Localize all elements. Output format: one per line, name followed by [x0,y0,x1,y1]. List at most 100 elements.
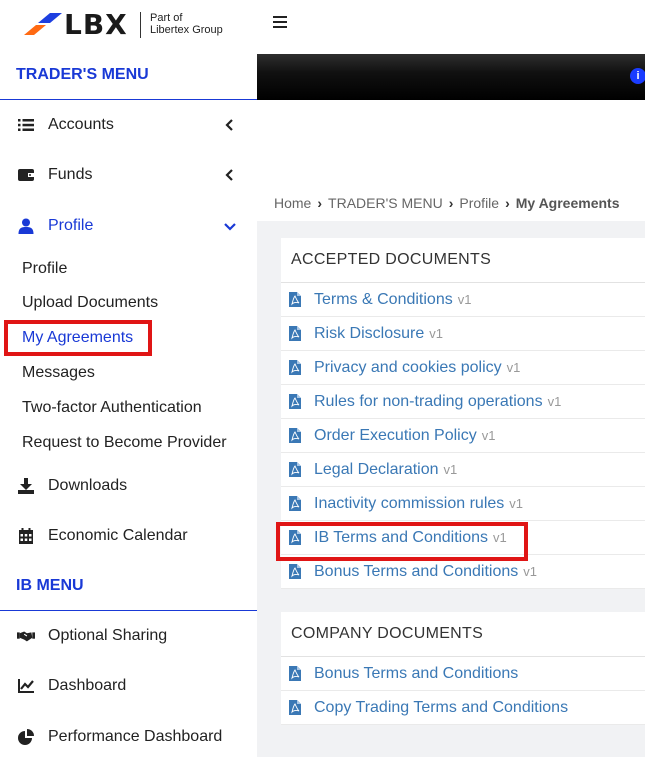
sidebar-item-label: Downloads [48,477,128,494]
document-name: Inactivity commission rules [314,494,505,512]
pdf-icon[interactable] [289,394,301,414]
document-name: Bonus Terms and Conditions [314,562,519,580]
sidebar-item-label: Optional Sharing [48,627,168,644]
pdf-icon[interactable] [289,360,301,380]
brand-logo[interactable]: LBX Part of Libertex Group [0,0,257,52]
document-link[interactable]: Order Execution Policy v1 [314,427,495,445]
sidebar-item-funds[interactable]: Funds [0,155,257,195]
sidebar: LBX Part of Libertex Group TRADER'S MENU… [0,0,257,757]
document-name: Risk Disclosure [314,324,425,342]
document-row: Inactivity commission rules v1 [281,487,645,521]
pdf-icon[interactable] [289,700,301,720]
document-link[interactable]: Copy Trading Terms and Conditions [314,699,568,717]
sidebar-item-performance-dashboard[interactable]: Performance Dashboard [0,717,257,757]
pdf-icon[interactable] [289,462,301,482]
document-name: Privacy and cookies policy [314,358,502,376]
info-icon[interactable]: i [630,68,645,84]
document-name: Bonus Terms and Conditions [314,664,519,682]
document-version: v1 [481,427,496,443]
breadcrumb-separator-icon: › [448,195,454,211]
document-version: v1 [523,563,537,579]
sidebar-item-label: Dashboard [48,677,127,694]
breadcrumb: Home › TRADER'S MENU › Profile › My Agreements [274,195,620,211]
submenu-item-two-factor[interactable]: Two-factor Authentication [22,399,202,417]
document-row: Privacy and cookies policy v1 [281,351,645,385]
document-name: Terms & Conditions [314,290,453,308]
document-version: v1 [429,325,443,341]
list-icon [17,116,35,134]
submenu-item-upload-documents[interactable]: Upload Documents [22,294,158,312]
breadcrumb-separator-icon: › [505,195,510,211]
breadcrumb-profile[interactable]: Profile [459,195,499,211]
panel-title: COMPANY DOCUMENTS [281,612,645,657]
lbx-logo-mark-icon [24,13,62,35]
document-version: v1 [506,359,521,375]
tagline-line2: Libertex Group [150,24,223,36]
document-link[interactable]: Legal Declaration v1 [314,461,457,479]
submenu-item-profile[interactable]: Profile [22,260,67,278]
document-link[interactable]: Bonus Terms and Conditions v1 [314,563,537,581]
line-chart-icon [17,677,35,695]
document-link[interactable]: Privacy and cookies policy v1 [314,359,520,377]
wallet-icon [17,166,35,184]
document-version: v1 [547,393,562,409]
brand-name: LBX [64,8,128,41]
pdf-icon[interactable] [289,564,301,584]
section-divider [0,99,257,100]
document-link[interactable]: Rules for non-trading operations v1 [314,393,561,411]
pdf-icon[interactable] [289,428,301,448]
tagline-line1: Part of [150,12,183,24]
sidebar-item-downloads[interactable]: Downloads [0,466,257,506]
breadcrumb-current: My Agreements [515,195,620,211]
company-documents-panel: COMPANY DOCUMENTS Bonus Terms and Condit… [281,612,645,725]
chevron-down-icon [224,223,236,231]
sidebar-item-label: Profile [48,217,94,234]
document-version: v1 [457,291,472,307]
submenu-item-request-provider[interactable]: Request to Become Provider [22,434,227,452]
sidebar-item-accounts[interactable]: Accounts [0,105,257,145]
document-row: Bonus Terms and Conditions [281,657,645,691]
document-name: Rules for non-trading operations [314,392,543,410]
sidebar-item-dashboard[interactable]: Dashboard [0,666,257,706]
logo-divider [140,12,141,38]
sidebar-item-label: Funds [48,166,93,183]
pie-chart-icon [17,728,35,746]
breadcrumb-menu[interactable]: TRADER'S MENU [328,195,443,211]
chevron-left-icon [225,169,233,181]
notification-bar [257,54,645,100]
document-link[interactable]: Risk Disclosure v1 [314,325,443,343]
pdf-icon[interactable] [289,326,301,346]
calendar-icon [17,527,35,545]
document-name: Copy Trading Terms and Conditions [314,698,569,716]
sidebar-item-profile[interactable]: Profile [0,206,257,246]
breadcrumb-separator-icon: › [317,195,323,211]
sidebar-item-label: Accounts [48,116,114,133]
highlight-box-my-agreements [4,320,152,356]
pdf-icon[interactable] [289,292,301,312]
document-row: Copy Trading Terms and Conditions [281,691,645,725]
document-row: Risk Disclosure v1 [281,317,645,351]
company-documents-list: Bonus Terms and Conditions Copy Trading T… [281,657,645,725]
document-row: Terms & Conditions v1 [281,283,645,317]
document-version: v1 [443,461,458,477]
document-link[interactable]: Bonus Terms and Conditions [314,665,518,683]
sidebar-item-label: Performance Dashboard [48,728,223,745]
traders-menu-title: TRADER'S MENU [16,66,149,83]
document-name: Legal Declaration [314,460,439,478]
breadcrumb-home[interactable]: Home [274,195,311,211]
ib-menu-title: IB MENU [16,577,84,594]
pdf-icon[interactable] [289,496,301,516]
user-icon [17,217,35,235]
pdf-icon[interactable] [289,666,301,686]
document-row: Order Execution Policy v1 [281,419,645,453]
hamburger-menu-icon[interactable] [272,14,288,30]
sidebar-item-economic-calendar[interactable]: Economic Calendar [0,516,257,556]
document-link[interactable]: Terms & Conditions v1 [314,291,471,309]
document-link[interactable]: Inactivity commission rules v1 [314,495,523,513]
highlight-box-ib-terms [276,522,528,561]
section-divider [0,610,257,611]
sidebar-item-optional-sharing[interactable]: Optional Sharing [0,616,257,656]
panel-title: ACCEPTED DOCUMENTS [281,238,645,283]
document-version: v1 [509,495,524,511]
submenu-item-messages[interactable]: Messages [22,364,95,382]
